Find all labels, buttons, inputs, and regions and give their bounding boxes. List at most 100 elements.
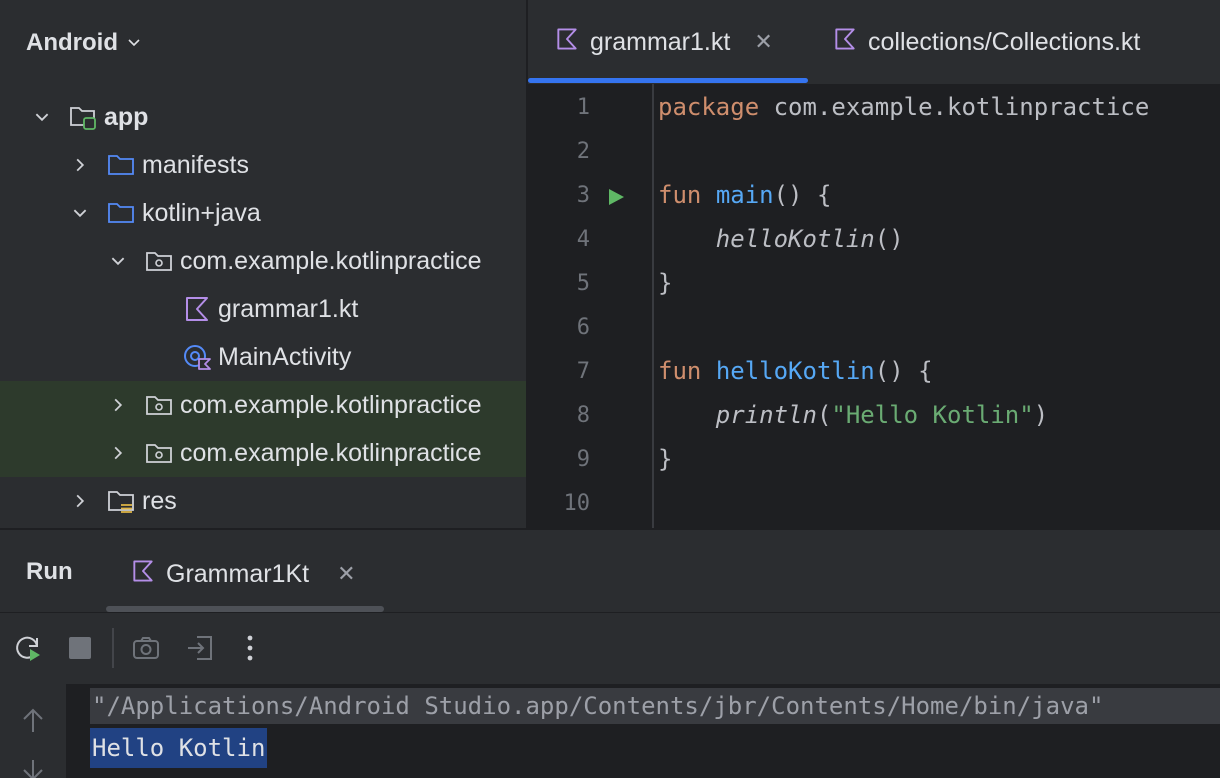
code-line[interactable]: 3 fun main() { bbox=[528, 173, 1220, 217]
resource-folder-icon bbox=[106, 486, 136, 516]
tree-item-manifests[interactable]: manifests bbox=[0, 141, 526, 189]
kotlin-class-icon bbox=[182, 342, 212, 372]
close-icon[interactable]: ✕ bbox=[754, 29, 772, 55]
line-number: 9 bbox=[576, 446, 590, 472]
camera-icon[interactable] bbox=[130, 632, 162, 664]
package-icon bbox=[144, 390, 174, 420]
kotlin-file-icon bbox=[182, 294, 212, 324]
tree-item-kotlin-java[interactable]: kotlin+java bbox=[0, 189, 526, 237]
run-toolbar bbox=[0, 614, 1220, 682]
more-options-icon[interactable] bbox=[234, 632, 266, 664]
keyword: fun bbox=[658, 357, 702, 385]
tree-item-label: kotlin+java bbox=[142, 198, 261, 227]
tree-item-label: app bbox=[104, 102, 149, 131]
function-name: main bbox=[715, 181, 774, 209]
run-tool-window: Run Grammar1Kt ✕ "/Applications/Android … bbox=[0, 528, 1220, 778]
code-line[interactable]: 1 package com.example.kotlinpractice bbox=[528, 85, 1220, 129]
rerun-icon[interactable] bbox=[12, 632, 44, 664]
folder-icon bbox=[106, 150, 136, 180]
tab-label: Grammar1Kt bbox=[166, 559, 310, 588]
package-name: com.example.kotlinpractice bbox=[759, 93, 1150, 121]
code-text: ) bbox=[1033, 401, 1049, 429]
tree-item-label: MainActivity bbox=[218, 342, 352, 371]
project-view-selector[interactable]: Android bbox=[26, 26, 142, 60]
project-panel: Android app manifests kotlin+java com.ex… bbox=[0, 0, 526, 528]
console-command-line: "/Applications/Android Studio.app/Conten… bbox=[90, 688, 1220, 724]
divider bbox=[0, 612, 1220, 613]
tree-item-label: res bbox=[142, 486, 177, 515]
code-line[interactable]: 6 bbox=[528, 305, 1220, 349]
module-folder-icon bbox=[68, 102, 98, 132]
tab-grammar1-kt[interactable]: grammar1.kt ✕ bbox=[554, 22, 773, 62]
code-line[interactable]: 10 bbox=[528, 481, 1220, 525]
chevron-down-icon[interactable] bbox=[106, 249, 130, 273]
tree-item-label: com.example.kotlinpractice bbox=[180, 246, 482, 275]
chevron-down-icon bbox=[126, 29, 142, 57]
line-number: 5 bbox=[576, 270, 590, 296]
line-number: 10 bbox=[563, 490, 591, 516]
tree-item-package-androidtest[interactable]: com.example.kotlinpractice bbox=[0, 381, 526, 429]
folder-icon bbox=[106, 198, 136, 228]
package-icon bbox=[144, 438, 174, 468]
exit-icon[interactable] bbox=[184, 632, 216, 664]
code-line[interactable]: 5 } bbox=[528, 261, 1220, 305]
line-number: 8 bbox=[576, 402, 590, 428]
kotlin-file-icon bbox=[832, 26, 858, 59]
keyword: fun bbox=[658, 181, 702, 209]
editor-tab-bar: grammar1.kt ✕ collections/Collections.kt bbox=[528, 0, 1220, 84]
line-number: 6 bbox=[576, 314, 590, 340]
tree-item-package-test[interactable]: com.example.kotlinpractice bbox=[0, 429, 526, 477]
line-number: 3 bbox=[576, 182, 590, 208]
tree-item-label: manifests bbox=[142, 150, 249, 179]
code-text: () { bbox=[874, 357, 933, 385]
tab-label: grammar1.kt bbox=[590, 27, 731, 56]
stop-icon[interactable] bbox=[64, 632, 96, 664]
close-icon[interactable]: ✕ bbox=[337, 561, 355, 587]
arrow-down-icon[interactable] bbox=[20, 760, 46, 778]
code-line[interactable]: 9 } bbox=[528, 437, 1220, 481]
code-text: } bbox=[658, 445, 673, 473]
code-line[interactable]: 4 helloKotlin() bbox=[528, 217, 1220, 261]
code-line[interactable]: 2 bbox=[528, 129, 1220, 173]
tab-collections-kt[interactable]: collections/Collections.kt bbox=[832, 22, 1140, 62]
console-output[interactable]: "/Applications/Android Studio.app/Conten… bbox=[66, 684, 1220, 778]
chevron-down-icon[interactable] bbox=[68, 201, 92, 225]
code-text: ( bbox=[816, 401, 832, 429]
line-number: 7 bbox=[576, 358, 590, 384]
tree-item-label: com.example.kotlinpractice bbox=[180, 438, 482, 467]
tree-item-grammar1-kt[interactable]: grammar1.kt bbox=[0, 285, 526, 333]
kotlin-file-icon bbox=[130, 558, 156, 591]
code-line[interactable]: 8 println("Hello Kotlin") bbox=[528, 393, 1220, 437]
tree-item-package[interactable]: com.example.kotlinpractice bbox=[0, 237, 526, 285]
line-number: 2 bbox=[576, 138, 590, 164]
chevron-right-icon[interactable] bbox=[106, 441, 130, 465]
code-text: } bbox=[658, 269, 673, 297]
keyword: package bbox=[658, 93, 760, 121]
tree-item-res[interactable]: res bbox=[0, 477, 526, 525]
chevron-right-icon[interactable] bbox=[68, 153, 92, 177]
chevron-right-icon[interactable] bbox=[106, 393, 130, 417]
function-name: helloKotlin bbox=[715, 357, 875, 385]
run-gutter-icon[interactable] bbox=[606, 185, 626, 205]
string-literal: "Hello Kotlin" bbox=[831, 401, 1034, 429]
run-tab-grammar1kt[interactable]: Grammar1Kt ✕ bbox=[130, 554, 356, 594]
kotlin-file-icon bbox=[554, 26, 580, 59]
function-call: helloKotlin bbox=[715, 225, 875, 253]
code-line[interactable]: 7 fun helloKotlin() { bbox=[528, 349, 1220, 393]
tree-item-app[interactable]: app bbox=[0, 93, 526, 141]
chevron-right-icon[interactable] bbox=[68, 489, 92, 513]
tab-label: collections/Collections.kt bbox=[868, 27, 1141, 56]
tree-item-mainactivity[interactable]: MainActivity bbox=[0, 333, 526, 381]
package-icon bbox=[144, 246, 174, 276]
line-number: 4 bbox=[576, 226, 590, 252]
code-text: () { bbox=[773, 181, 832, 209]
run-panel-title: Run bbox=[26, 558, 73, 585]
console-output-line: Hello Kotlin bbox=[90, 728, 268, 768]
toolbar-separator bbox=[112, 628, 114, 668]
arrow-up-icon[interactable] bbox=[20, 706, 46, 741]
chevron-down-icon[interactable] bbox=[30, 105, 54, 129]
active-tab-indicator bbox=[528, 78, 808, 83]
project-view-label: Android bbox=[26, 29, 118, 56]
tree-item-label: com.example.kotlinpractice bbox=[180, 390, 482, 419]
code-editor: grammar1.kt ✕ collections/Collections.kt… bbox=[528, 0, 1220, 528]
